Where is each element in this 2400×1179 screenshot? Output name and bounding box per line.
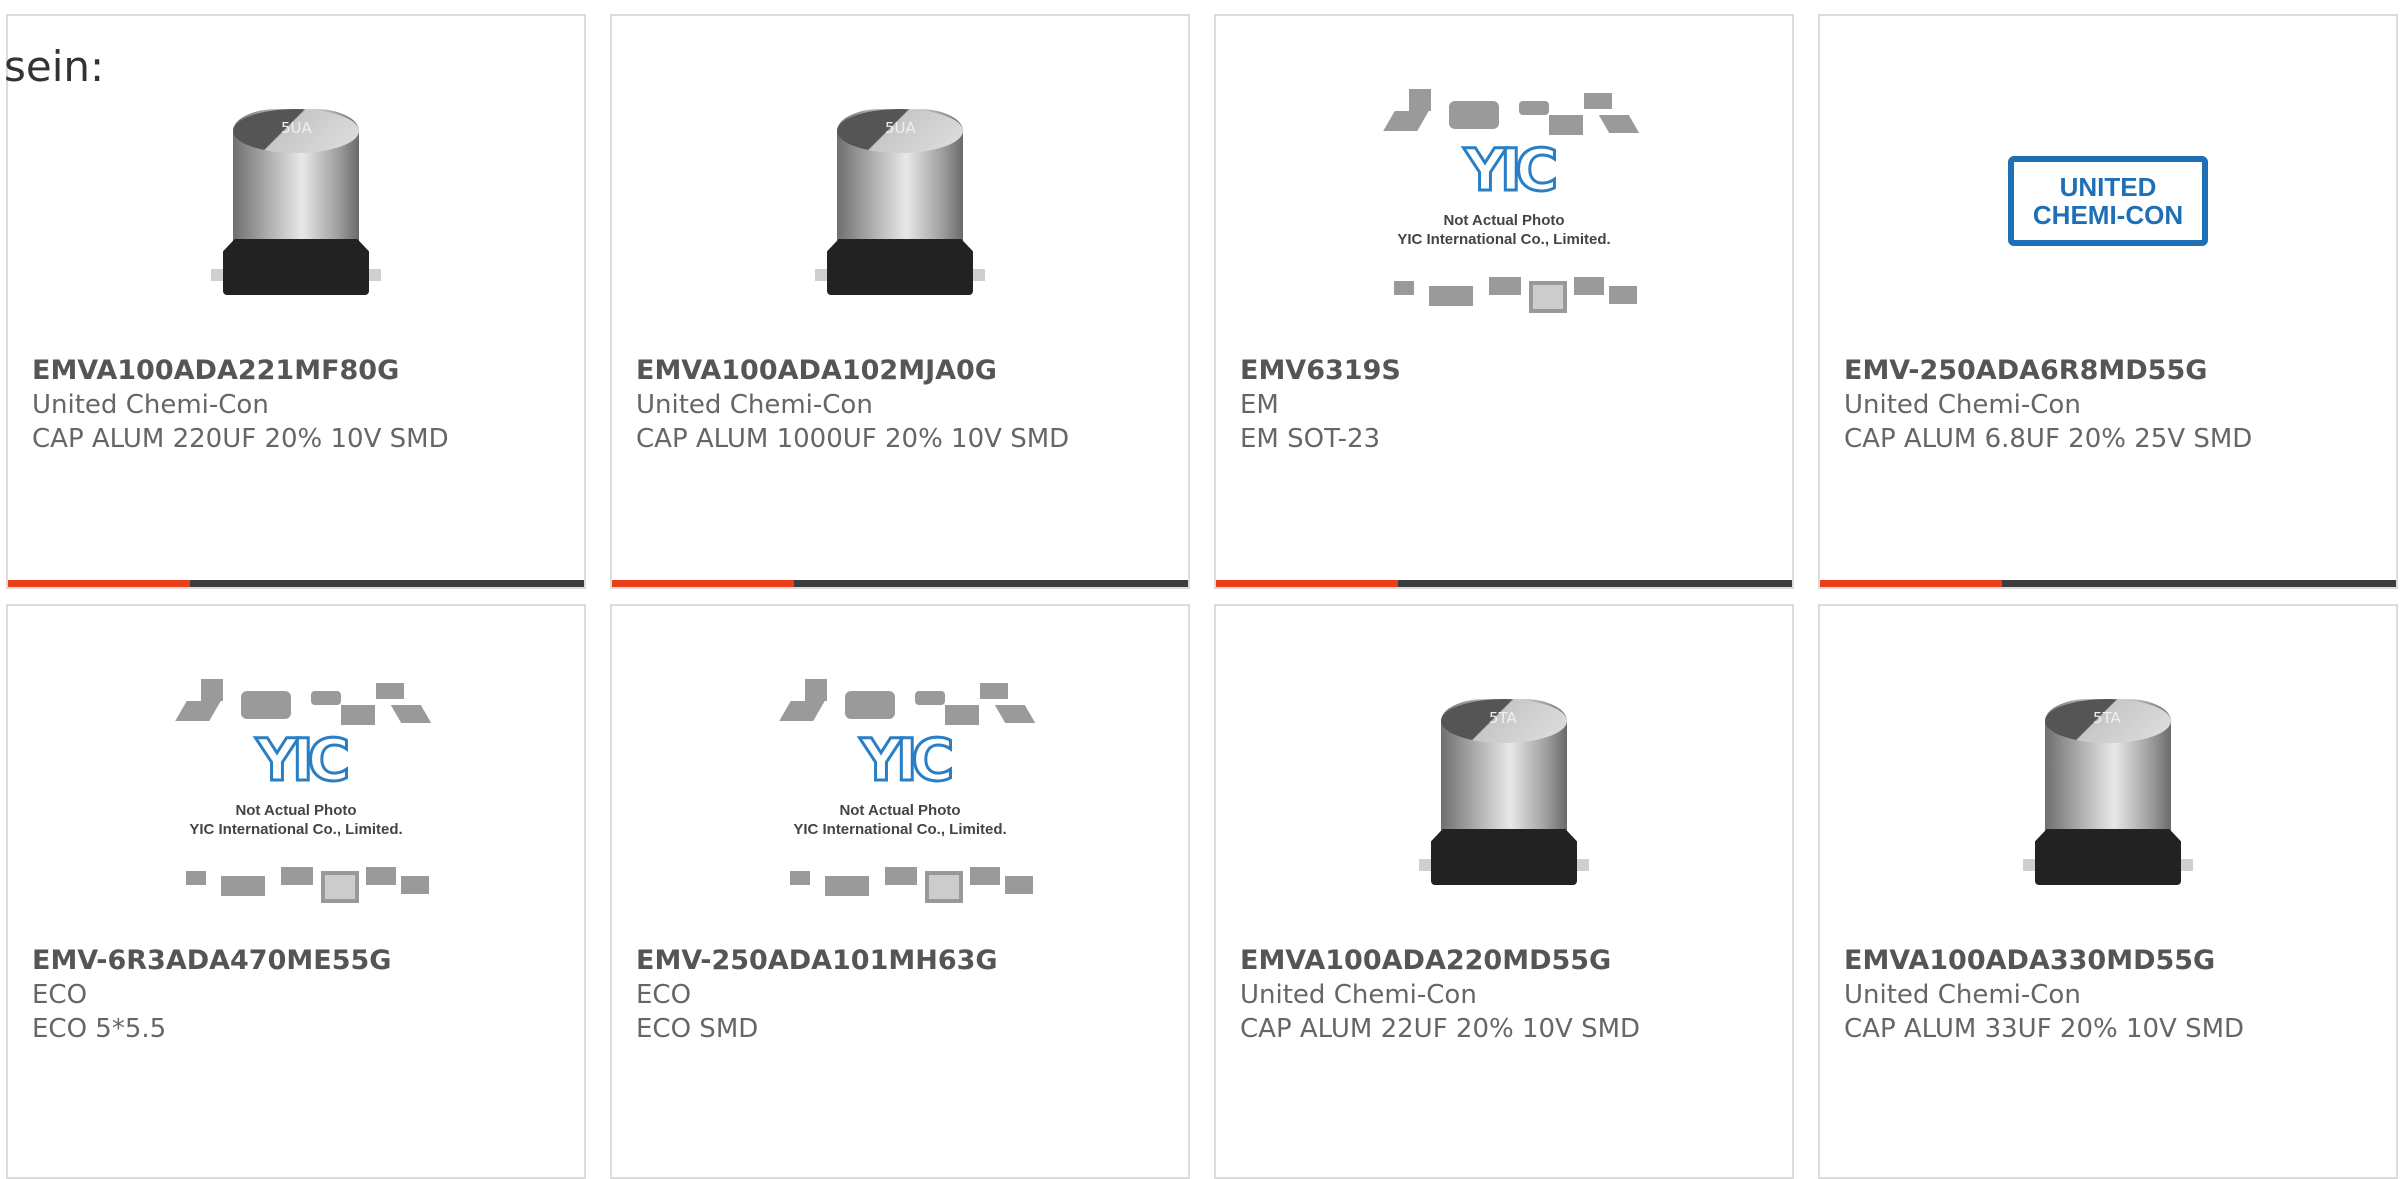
yic-placeholder-image: YIC Not Actual Photo YIC International Co… xyxy=(765,671,1036,911)
capacitor-image: 5UA xyxy=(211,101,381,301)
part-number-link[interactable]: EMV-250ADA101MH63G xyxy=(636,944,1168,978)
description: CAP ALUM 220UF 20% 10V SMD xyxy=(32,424,449,454)
product-image[interactable]: 5TA xyxy=(1820,686,2396,896)
description: ECO SMD xyxy=(636,1014,759,1044)
capacitor-image: 5TA xyxy=(2023,691,2193,891)
part-number-link[interactable]: EMV6319S xyxy=(1240,354,1772,388)
part-number-link[interactable]: EMVA100ADA220MD55G xyxy=(1240,944,1772,978)
manufacturer: United Chemi-Con xyxy=(1844,980,2081,1010)
manufacturer: ECO xyxy=(32,980,88,1010)
part-number-link[interactable]: EMVA100ADA221MF80G xyxy=(32,354,564,388)
product-image[interactable]: 5UA xyxy=(612,96,1188,306)
product-image[interactable]: 5TA xyxy=(1216,686,1792,896)
product-card[interactable]: UNITED CHEMI-CON EMV-250ADA6R8MD55G Unite… xyxy=(1818,14,2398,589)
united-chemi-con-logo: UNITED CHEMI-CON xyxy=(2008,156,2208,246)
part-number-link[interactable]: EMVA100ADA330MD55G xyxy=(1844,944,2376,978)
description: ECO 5*5.5 xyxy=(32,1014,167,1044)
product-image[interactable]: YIC Not Actual Photo YIC International Co… xyxy=(612,679,1188,903)
manufacturer: United Chemi-Con xyxy=(32,390,269,420)
product-image[interactable]: YIC Not Actual Photo YIC International Co… xyxy=(1216,89,1792,313)
product-card[interactable]: 5TA EMVA100ADA330MD55G United Chemi-Con … xyxy=(1818,604,2398,1179)
product-card[interactable]: 5UA EMVA100ADA221MF80G United Chemi-Con … xyxy=(6,14,586,589)
manufacturer: United Chemi-Con xyxy=(1844,390,2081,420)
part-number-link[interactable]: EMV-250ADA6R8MD55G xyxy=(1844,354,2376,388)
product-card[interactable]: YIC Not Actual Photo YIC International Co… xyxy=(6,604,586,1179)
manufacturer: ECO xyxy=(636,980,692,1010)
manufacturer: EM xyxy=(1240,390,1279,420)
manufacturer: United Chemi-Con xyxy=(636,390,873,420)
product-card[interactable]: YIC Not Actual Photo YIC International Co… xyxy=(610,604,1190,1179)
intro-text: sein: xyxy=(4,42,105,91)
product-image[interactable]: 5UA xyxy=(8,96,584,306)
part-number-link[interactable]: EMVA100ADA102MJA0G xyxy=(636,354,1168,388)
yic-placeholder-image: YIC Not Actual Photo YIC International Co… xyxy=(1369,81,1640,321)
description: CAP ALUM 6.8UF 20% 25V SMD xyxy=(1844,424,2253,454)
yic-placeholder-image: YIC Not Actual Photo YIC International Co… xyxy=(161,671,432,911)
product-image[interactable]: YIC Not Actual Photo YIC International Co… xyxy=(8,679,584,903)
capacitor-image: 5UA xyxy=(815,101,985,301)
description: EM SOT-23 xyxy=(1240,424,1381,454)
card-accent-bar xyxy=(8,580,584,587)
manufacturer: United Chemi-Con xyxy=(1240,980,1477,1010)
description: CAP ALUM 22UF 20% 10V SMD xyxy=(1240,1014,1641,1044)
product-card[interactable]: 5UA EMVA100ADA102MJA0G United Chemi-Con … xyxy=(610,14,1190,589)
part-number-link[interactable]: EMV-6R3ADA470ME55G xyxy=(32,944,564,978)
card-accent-bar xyxy=(612,580,1188,587)
capacitor-image: 5TA xyxy=(1419,691,1589,891)
product-image[interactable]: UNITED CHEMI-CON xyxy=(1820,96,2396,306)
description: CAP ALUM 33UF 20% 10V SMD xyxy=(1844,1014,2245,1044)
card-accent-bar xyxy=(1216,580,1792,587)
product-card[interactable]: YIC Not Actual Photo YIC International Co… xyxy=(1214,14,1794,589)
product-card[interactable]: 5TA EMVA100ADA220MD55G United Chemi-Con … xyxy=(1214,604,1794,1179)
description: CAP ALUM 1000UF 20% 10V SMD xyxy=(636,424,1070,454)
card-accent-bar xyxy=(1820,580,2396,587)
